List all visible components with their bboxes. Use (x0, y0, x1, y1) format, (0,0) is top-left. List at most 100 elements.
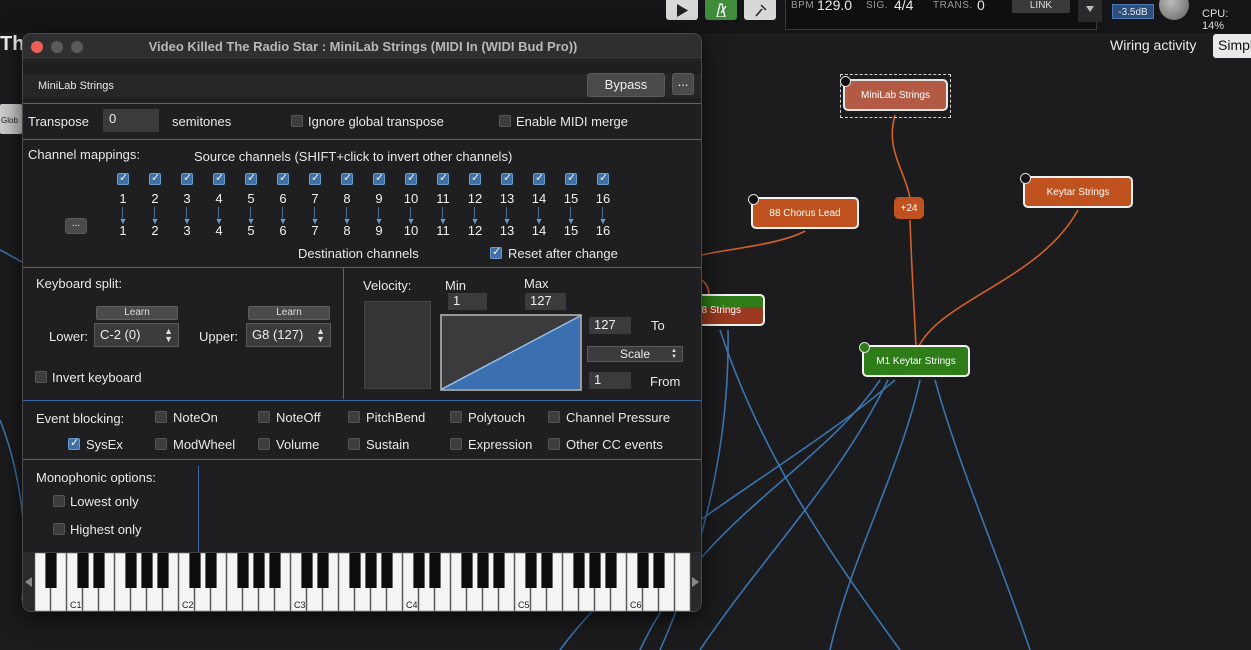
source-channel-13-checkbox[interactable] (501, 171, 513, 185)
lower-split-select[interactable]: C-2 (0) ▲ ▼ (94, 323, 179, 347)
block-other-cc-events-checkbox[interactable] (548, 438, 560, 450)
block-polytouch-checkbox[interactable] (450, 411, 462, 423)
black-key[interactable] (189, 553, 201, 588)
destination-channel-5[interactable]: 5 (241, 223, 261, 238)
black-key[interactable] (573, 553, 585, 588)
black-key[interactable] (493, 553, 505, 588)
velocity-min-input[interactable]: 1 (448, 293, 487, 310)
block-sustain-checkbox[interactable] (348, 438, 360, 450)
black-key[interactable] (301, 553, 313, 588)
source-channel-10-checkbox[interactable] (405, 171, 417, 185)
source-channel-14-checkbox[interactable] (533, 171, 545, 185)
node-minilab-strings[interactable]: MiniLab Strings (840, 76, 948, 111)
black-key[interactable] (157, 553, 169, 588)
black-key[interactable] (589, 553, 601, 588)
destination-channel-7[interactable]: 7 (305, 223, 325, 238)
destination-channel-2[interactable]: 2 (145, 223, 165, 238)
destination-channel-16[interactable]: 16 (593, 223, 613, 238)
destination-channel-9[interactable]: 9 (369, 223, 389, 238)
signature-value[interactable]: 4/4 (894, 0, 913, 13)
destination-channel-13[interactable]: 13 (497, 223, 517, 238)
black-key[interactable] (637, 553, 649, 588)
minimize-window-button[interactable] (51, 41, 63, 53)
upper-split-select[interactable]: G8 (127) ▲ ▼ (246, 323, 331, 347)
source-channel-2-checkbox[interactable] (149, 171, 161, 185)
block-volume-checkbox[interactable] (258, 438, 270, 450)
black-key[interactable] (413, 553, 425, 588)
black-key[interactable] (653, 553, 665, 588)
source-channel-3-checkbox[interactable] (181, 171, 193, 185)
piano-keyboard[interactable]: C1 C2 C3 C4 C5 C6 (23, 552, 702, 612)
source-channel-12-checkbox[interactable] (469, 171, 481, 185)
velocity-mode-select[interactable]: Scale ▲ ▼ (587, 346, 683, 362)
destination-channel-8[interactable]: 8 (337, 223, 357, 238)
node-m1-keytar-strings[interactable]: M1 Keytar Strings (859, 342, 970, 377)
block-noteoff-checkbox[interactable] (258, 411, 270, 423)
invert-keyboard-checkbox[interactable] (35, 371, 47, 383)
destination-channel-10[interactable]: 10 (401, 223, 421, 238)
black-key[interactable] (605, 553, 617, 588)
destination-channel-1[interactable]: 1 (113, 223, 133, 238)
source-channel-4-checkbox[interactable] (213, 171, 225, 185)
black-key[interactable] (381, 553, 393, 588)
black-key[interactable] (93, 553, 105, 588)
velocity-max-input[interactable]: 127 (525, 293, 566, 310)
black-key[interactable] (141, 553, 153, 588)
metronome-button[interactable] (705, 0, 737, 20)
velocity-from-input[interactable]: 1 (589, 372, 631, 389)
destination-channel-6[interactable]: 6 (273, 223, 293, 238)
node-keytar-strings[interactable]: Keytar Strings (1020, 173, 1133, 208)
piano-keys[interactable]: C1 C2 C3 C4 C5 C6 (23, 552, 702, 612)
black-key[interactable] (269, 553, 281, 588)
global-node[interactable]: Glob (0, 104, 22, 134)
source-channel-5-checkbox[interactable] (245, 171, 257, 185)
destination-channel-4[interactable]: 4 (209, 223, 229, 238)
close-window-button[interactable] (31, 41, 43, 53)
bpm-value[interactable]: 129.0 (817, 0, 852, 13)
lowest-only-checkbox[interactable] (53, 495, 65, 507)
link-button[interactable]: LINK (1012, 0, 1070, 13)
black-key[interactable] (525, 553, 537, 588)
black-key[interactable] (45, 553, 57, 588)
transpose-input[interactable]: 0 (103, 109, 159, 132)
black-key[interactable] (541, 553, 553, 588)
black-key[interactable] (365, 553, 377, 588)
black-key[interactable] (205, 553, 217, 588)
black-key[interactable] (349, 553, 361, 588)
black-key[interactable] (429, 553, 441, 588)
destination-channel-11[interactable]: 11 (433, 223, 453, 238)
source-channel-8-checkbox[interactable] (341, 171, 353, 185)
bypass-button[interactable]: Bypass (587, 73, 665, 97)
dropdown-arrow-icon[interactable] (1078, 0, 1102, 22)
block-channel-pressure-checkbox[interactable] (548, 411, 560, 423)
source-channel-7-checkbox[interactable] (309, 171, 321, 185)
highest-only-checkbox[interactable] (53, 523, 65, 535)
black-key[interactable] (461, 553, 473, 588)
black-key[interactable] (237, 553, 249, 588)
velocity-curve-graph[interactable] (440, 314, 582, 391)
destination-channel-3[interactable]: 3 (177, 223, 197, 238)
ignore-global-transpose-checkbox[interactable] (291, 115, 303, 127)
global-transpose-value[interactable]: 0 (977, 0, 985, 13)
view-mode-select[interactable]: Simpl (1213, 34, 1251, 58)
source-channel-9-checkbox[interactable] (373, 171, 385, 185)
block-expression-checkbox[interactable] (450, 438, 462, 450)
white-key[interactable] (674, 552, 691, 611)
black-key[interactable] (77, 553, 89, 588)
play-button[interactable] (666, 0, 698, 20)
block-noteon-checkbox[interactable] (155, 411, 167, 423)
block-name[interactable]: MiniLab Strings (38, 80, 114, 92)
block-modwheel-checkbox[interactable] (155, 438, 167, 450)
black-key[interactable] (317, 553, 329, 588)
tuner-button[interactable] (744, 0, 776, 20)
master-volume-knob[interactable] (1159, 0, 1189, 20)
destination-channel-15[interactable]: 15 (561, 223, 581, 238)
destination-more-button[interactable]: ... (65, 218, 87, 234)
learn-lower-button[interactable]: Learn (96, 306, 178, 320)
source-channel-16-checkbox[interactable] (597, 171, 609, 185)
black-key[interactable] (477, 553, 489, 588)
node-88-chorus-lead[interactable]: 88 Chorus Lead (748, 194, 859, 229)
velocity-to-input[interactable]: 127 (589, 317, 631, 334)
source-channel-1-checkbox[interactable] (117, 171, 129, 185)
reset-after-change-checkbox[interactable] (490, 245, 502, 259)
